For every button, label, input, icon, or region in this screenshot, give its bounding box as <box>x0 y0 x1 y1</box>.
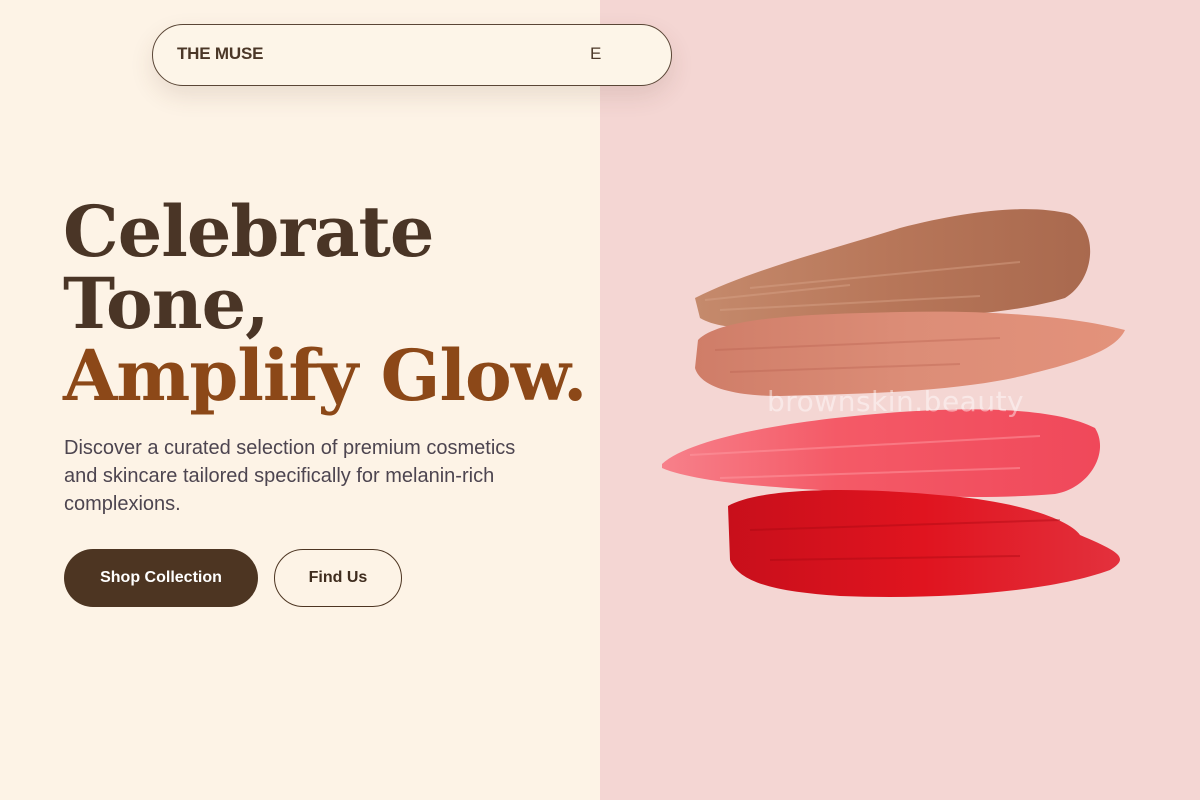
hero-headline: Celebrate Tone, Amplify Glow. <box>63 190 587 417</box>
swatch-crimson <box>728 490 1120 597</box>
swatch-nude <box>695 209 1091 329</box>
swatch-peach <box>695 311 1125 396</box>
hero-description: Discover a curated selection of premium … <box>64 437 516 515</box>
brand-logo[interactable]: THE MUSE <box>177 44 263 64</box>
headline-accent: Amplify Glow. <box>63 334 587 417</box>
top-navigation-bar: THE MUSE E <box>152 24 672 86</box>
image-watermark: brownskin.beauty <box>767 385 1025 418</box>
headline-line-2: Tone, <box>63 262 270 345</box>
nav-item-partial[interactable]: E <box>590 44 601 64</box>
shop-collection-button[interactable]: Shop Collection <box>64 549 258 607</box>
headline-line-1: Celebrate <box>63 190 434 273</box>
hero-image-panel: brownskin.beauty <box>600 0 1200 800</box>
find-us-button[interactable]: Find Us <box>274 549 402 607</box>
hero-left-panel: Celebrate Tone, Amplify Glow. Discover a… <box>0 0 600 800</box>
